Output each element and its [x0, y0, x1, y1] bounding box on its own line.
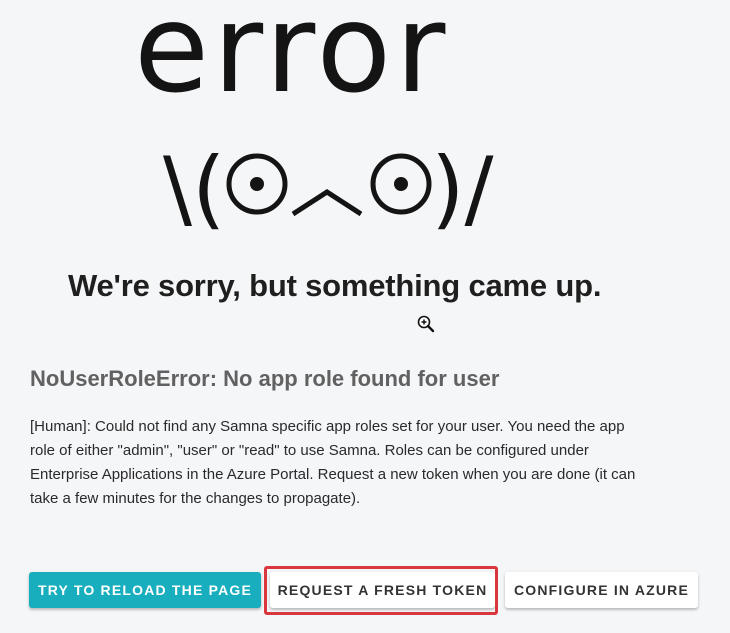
reload-page-button[interactable]: TRY TO RELOAD THE PAGE — [29, 572, 261, 608]
face-right-paren: )/ — [431, 140, 494, 239]
face-left-paren: \( — [163, 140, 226, 239]
sad-face-emoticon: \( )/ — [163, 140, 494, 239]
apology-headline: We're sorry, but something came up. — [68, 268, 602, 303]
error-heading: error — [134, 0, 450, 120]
configure-azure-button[interactable]: CONFIGURE IN AZURE — [505, 572, 698, 608]
left-pupil — [250, 177, 264, 191]
zoom-in-cursor-icon — [417, 315, 435, 333]
error-message: [Human]: Could not find any Samna specif… — [30, 418, 636, 507]
error-page: error \( )/ We're sorry, but something c… — [0, 0, 730, 633]
right-pupil — [394, 177, 408, 191]
request-token-button[interactable]: REQUEST A FRESH TOKEN — [270, 572, 495, 608]
error-title: NoUserRoleError: No app role found for u… — [30, 366, 500, 391]
mouth-icon — [291, 189, 363, 217]
